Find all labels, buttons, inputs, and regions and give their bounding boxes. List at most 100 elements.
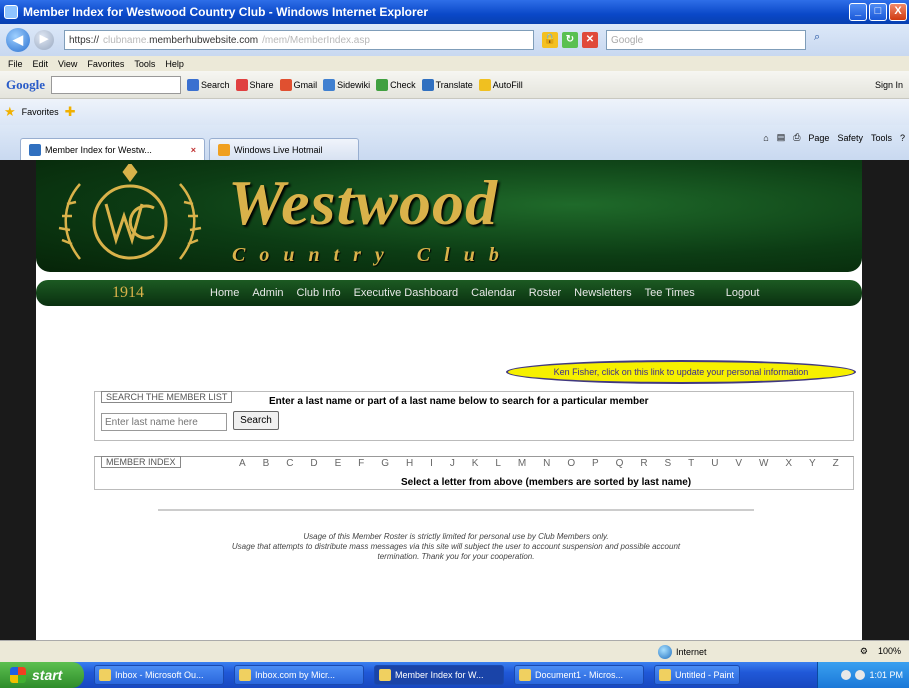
maximize-button[interactable]: □: [869, 3, 887, 21]
letter-z[interactable]: Z: [833, 458, 839, 469]
google-share-label: Share: [249, 79, 274, 90]
letter-g[interactable]: G: [381, 458, 389, 469]
letter-s[interactable]: S: [665, 458, 672, 469]
last-name-input[interactable]: [101, 413, 227, 431]
feeds-icon[interactable]: ▤: [777, 132, 786, 143]
window-titlebar[interactable]: Member Index for Westwood Country Club -…: [0, 0, 909, 24]
home-icon[interactable]: ⌂: [763, 133, 768, 143]
menu-tools[interactable]: Tools: [134, 59, 155, 69]
letter-l[interactable]: L: [495, 458, 501, 469]
google-signin-button[interactable]: Sign In: [875, 80, 903, 90]
google-autofill-button[interactable]: AutoFill: [478, 78, 523, 91]
letter-r[interactable]: R: [640, 458, 647, 469]
nav-roster[interactable]: Roster: [529, 287, 561, 299]
letter-i[interactable]: I: [430, 458, 433, 469]
zoom-control[interactable]: ⚙ 100%: [860, 646, 901, 657]
command-tools[interactable]: Tools: [871, 133, 892, 143]
stop-icon[interactable]: ✕: [582, 32, 598, 48]
start-button[interactable]: start: [0, 662, 84, 688]
letter-j[interactable]: J: [450, 458, 455, 469]
letter-b[interactable]: B: [263, 458, 270, 469]
nav-admin[interactable]: Admin: [252, 287, 283, 299]
menu-view[interactable]: View: [58, 59, 77, 69]
update-info-link[interactable]: Ken Fisher, click on this link to update…: [506, 360, 856, 384]
tab-close-icon[interactable]: ×: [191, 145, 196, 155]
inbox-icon: [239, 669, 251, 681]
letter-f[interactable]: F: [358, 458, 364, 469]
favorites-label[interactable]: Favorites: [22, 107, 59, 117]
google-translate-button[interactable]: Translate: [421, 78, 473, 91]
search-input[interactable]: Google: [606, 30, 806, 50]
nav-logout[interactable]: Logout: [726, 287, 760, 299]
letter-q[interactable]: Q: [616, 458, 624, 469]
letter-o[interactable]: O: [567, 458, 575, 469]
task-paint[interactable]: Untitled - Paint: [654, 665, 740, 685]
letter-c[interactable]: C: [286, 458, 293, 469]
nav-newsletters[interactable]: Newsletters: [574, 287, 631, 299]
task-word-document[interactable]: Document1 - Micros...: [514, 665, 644, 685]
letter-v[interactable]: V: [735, 458, 742, 469]
minimize-button[interactable]: _: [849, 3, 867, 21]
clock[interactable]: 1:01 PM: [869, 670, 903, 680]
letter-u[interactable]: U: [711, 458, 718, 469]
google-search-button[interactable]: Search: [187, 78, 230, 91]
refresh-icon[interactable]: ↻: [562, 32, 578, 48]
lock-icon[interactable]: 🔒: [542, 32, 558, 48]
nav-home[interactable]: Home: [210, 287, 239, 299]
tray-icon[interactable]: [855, 670, 866, 680]
letter-t[interactable]: T: [688, 458, 694, 469]
help-icon[interactable]: ?: [900, 133, 905, 143]
search-go-icon[interactable]: ⌕: [814, 31, 832, 49]
letter-n[interactable]: N: [543, 458, 550, 469]
task-ie-member-index[interactable]: Member Index for W...: [374, 665, 504, 685]
nav-executive-dashboard[interactable]: Executive Dashboard: [354, 287, 459, 299]
task-outlook[interactable]: Inbox - Microsoft Ou...: [94, 665, 224, 685]
menu-edit[interactable]: Edit: [33, 59, 49, 69]
back-button[interactable]: ◀: [6, 28, 30, 52]
google-gmail-button[interactable]: Gmail: [279, 78, 317, 91]
google-sidewiki-button[interactable]: Sidewiki: [323, 78, 371, 91]
disclaimer-line-2: Usage that attempts to distribute mass m…: [231, 542, 681, 551]
google-search-label: Search: [201, 79, 230, 90]
google-check-button[interactable]: Check: [376, 78, 416, 91]
letter-m[interactable]: M: [518, 458, 526, 469]
letter-d[interactable]: D: [310, 458, 317, 469]
google-autofill-label: AutoFill: [492, 79, 523, 90]
google-sidewiki-label: Sidewiki: [337, 79, 371, 90]
letter-y[interactable]: Y: [809, 458, 816, 469]
google-search-input[interactable]: [51, 75, 181, 94]
nav-tee-times[interactable]: Tee Times: [645, 287, 695, 299]
google-share-button[interactable]: Share: [235, 78, 274, 91]
search-button[interactable]: Search: [233, 411, 279, 430]
security-zone[interactable]: Internet: [658, 644, 707, 659]
tab-hotmail[interactable]: Windows Live Hotmail: [209, 138, 359, 160]
nav-links: Home Admin Club Info Executive Dashboard…: [210, 287, 759, 299]
task-label: Untitled - Paint: [675, 670, 735, 680]
letter-w[interactable]: W: [759, 458, 768, 469]
letter-k[interactable]: K: [472, 458, 479, 469]
close-button[interactable]: X: [889, 3, 907, 21]
browser-viewport: Westwood Country Club 1914 Home Admin Cl…: [0, 160, 909, 640]
letter-h[interactable]: H: [406, 458, 413, 469]
windows-logo-icon: [10, 667, 26, 683]
menu-help[interactable]: Help: [165, 59, 184, 69]
print-icon[interactable]: ⎙: [793, 132, 800, 143]
letter-a[interactable]: A: [239, 458, 246, 469]
menu-file[interactable]: File: [8, 59, 23, 69]
task-inbox-com[interactable]: Inbox.com by Micr...: [234, 665, 364, 685]
usage-disclaimer: Usage of this Member Roster is strictly …: [126, 532, 786, 562]
command-page[interactable]: Page: [808, 133, 829, 143]
command-safety[interactable]: Safety: [837, 133, 863, 143]
letter-x[interactable]: X: [785, 458, 792, 469]
nav-calendar[interactable]: Calendar: [471, 287, 516, 299]
letter-p[interactable]: P: [592, 458, 599, 469]
url-input[interactable]: https:// clubname. memberhubwebsite.com …: [64, 30, 534, 50]
favorites-star-icon[interactable]: ★: [4, 104, 16, 120]
add-favorite-icon[interactable]: ✚: [65, 104, 76, 120]
tab-member-index[interactable]: Member Index for Westw... ×: [20, 138, 205, 160]
forward-button[interactable]: ▶: [34, 30, 54, 50]
menu-favorites[interactable]: Favorites: [87, 59, 124, 69]
tray-icon[interactable]: [841, 670, 852, 680]
letter-e[interactable]: E: [335, 458, 342, 469]
nav-club-info[interactable]: Club Info: [297, 287, 341, 299]
